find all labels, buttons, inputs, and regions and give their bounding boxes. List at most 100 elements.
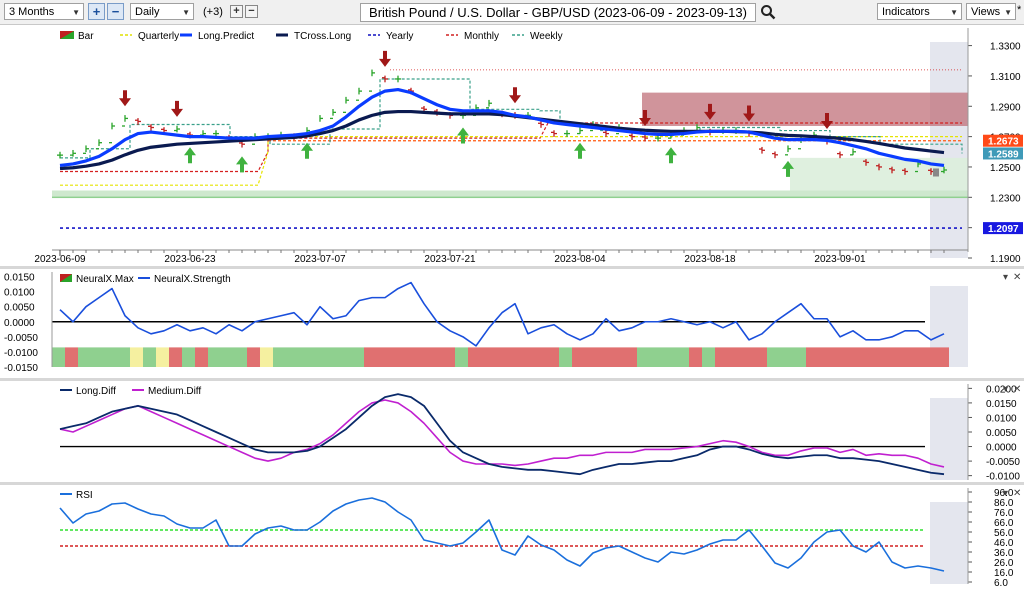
- neuralx-max-cell: [442, 347, 455, 367]
- sell-arrow-icon: [509, 87, 521, 104]
- neuralx-max-cell: [390, 347, 403, 367]
- neural-y-tick-label: 0.0050: [4, 303, 35, 314]
- support-zone: [52, 190, 968, 197]
- neuralx-max-cell: [104, 347, 117, 367]
- neuralx-max-cell: [611, 347, 624, 367]
- legend-label: NeuralX.Strength: [154, 274, 231, 285]
- support-zone-edge: [52, 196, 968, 199]
- neuralx-max-cell: [663, 347, 676, 367]
- neuralx-strength-line: [59, 281, 945, 347]
- x-axis-tick-label: 2023-07-07: [294, 254, 346, 265]
- price-level-badge-value: 1.2589: [988, 149, 1019, 160]
- neuralx-max-cell: [507, 347, 520, 367]
- neuralx-max-cell: [806, 347, 819, 367]
- legend-label: Bar: [78, 31, 94, 42]
- diff-y-tick-label: 0.0100: [986, 413, 1017, 424]
- neuralx-max-cell: [65, 347, 78, 367]
- close-icon: ✕: [1013, 488, 1021, 499]
- legend-label: RSI: [76, 490, 93, 501]
- neural-y-tick-label: -0.0150: [4, 363, 38, 374]
- panel-separator: [0, 266, 1024, 269]
- neuralx-max-cell: [780, 347, 793, 367]
- neuralx-max-cell: [351, 347, 364, 367]
- neuralx-max-cell: [546, 347, 559, 367]
- price-y-tick-label: 1.2300: [990, 193, 1021, 204]
- resistance-zone: [642, 92, 968, 126]
- legend-label: Monthly: [464, 31, 499, 42]
- support-zone-upper: [790, 157, 968, 191]
- buy-arrow-icon: [574, 142, 586, 159]
- long-diff-line: [59, 393, 945, 476]
- price-level-badge-value: 1.2673: [988, 137, 1019, 148]
- neuralx-max-cell: [741, 347, 754, 367]
- neuralx-max-cell: [455, 347, 468, 367]
- neuralx-max-cell: [572, 347, 585, 367]
- x-axis-tick-label: 2023-08-18: [684, 254, 736, 265]
- neuralx-max-cell: [117, 347, 130, 367]
- neuralx-max-cell: [624, 347, 637, 367]
- neuralx-max-cell: [325, 347, 338, 367]
- sell-arrow-icon: [171, 100, 183, 117]
- neuralx-max-cell: [468, 347, 481, 367]
- price-y-tick-label: 1.1900: [990, 254, 1021, 265]
- neuralx-max-cell: [884, 347, 897, 367]
- buy-arrow-icon: [184, 147, 196, 164]
- future-zone: [930, 398, 968, 480]
- buy-arrow-icon: [301, 142, 313, 159]
- sell-arrow-icon: [379, 50, 391, 67]
- diff-y-tick-label: 0.0050: [986, 428, 1017, 439]
- price-y-tick-label: 1.2900: [990, 102, 1021, 113]
- neuralx-max-cell: [715, 347, 728, 367]
- neuralx-max-cell: [156, 347, 169, 367]
- panel-menu-icon: ▾: [1003, 272, 1008, 283]
- neuralx-max-cell: [559, 347, 572, 367]
- projected-bar: [933, 168, 939, 177]
- neuralx-max-cell: [676, 347, 689, 367]
- neuralx-max-cell: [819, 347, 832, 367]
- diff-y-tick-label: -0.0050: [986, 457, 1020, 468]
- rsi-y-tick-label: 6.0: [994, 578, 1008, 589]
- legend-label: TCross.Long: [294, 31, 351, 42]
- neuralx-max-cell: [494, 347, 507, 367]
- legend-label: Medium.Diff: [148, 386, 201, 397]
- neuralx-max-cell: [286, 347, 299, 367]
- price-level-badge-value: 1.2097: [988, 224, 1019, 235]
- neural-y-tick-label: 0.0100: [4, 288, 35, 299]
- neural-y-tick-label: -0.0050: [4, 333, 38, 344]
- neuralx-max-cell: [247, 347, 260, 367]
- neuralx-max-cell: [598, 347, 611, 367]
- medium-diff-line: [59, 399, 945, 468]
- neuralx-max-cell: [897, 347, 910, 367]
- neural-y-tick-label: 0.0000: [4, 318, 35, 329]
- neuralx-max-cell: [728, 347, 741, 367]
- x-axis-tick-label: 2023-08-04: [554, 254, 606, 265]
- neuralx-max-cell: [91, 347, 104, 367]
- neuralx-max-cell: [221, 347, 234, 367]
- legend-label: Yearly: [386, 31, 413, 42]
- legend-label: Long.Predict: [198, 31, 254, 42]
- neuralx-max-cell: [429, 347, 442, 367]
- diff-y-tick-label: -0.0100: [986, 472, 1020, 483]
- legend-label: Long.Diff: [76, 386, 116, 397]
- legend-label: Quarterly: [138, 31, 179, 42]
- neuralx-max-cell: [234, 347, 247, 367]
- neuralx-max-cell: [767, 347, 780, 367]
- neuralx-max-cell: [143, 347, 156, 367]
- neural-y-tick-label: 0.0150: [4, 273, 35, 284]
- chart-area: 1.33001.31001.29001.27001.25001.23001.21…: [0, 28, 1024, 589]
- neural-y-tick-label: -0.0100: [4, 348, 38, 359]
- neuralx-max-cell: [273, 347, 286, 367]
- neuralx-max-cell: [416, 347, 429, 367]
- neuralx-max-cell: [871, 347, 884, 367]
- neuralx-max-cell: [481, 347, 494, 367]
- neuralx-max-cell: [377, 347, 390, 367]
- close-icon: ✕: [1013, 384, 1021, 395]
- neuralx-max-cell: [936, 347, 949, 367]
- close-icon: ✕: [1013, 272, 1021, 283]
- neuralx-max-cell: [169, 347, 182, 367]
- neuralx-max-cell: [338, 347, 351, 367]
- buy-arrow-icon: [665, 147, 677, 164]
- neuralx-max-cell: [702, 347, 715, 367]
- neuralx-max-cell: [364, 347, 377, 367]
- neuralx-max-cell: [403, 347, 416, 367]
